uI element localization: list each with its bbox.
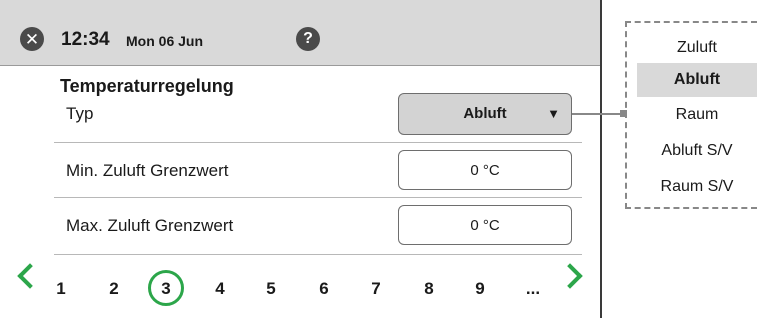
dropdown-option-zuluft[interactable]: Zuluft (637, 31, 757, 65)
clock-time: 12:34 (61, 29, 110, 50)
dropdown-option-abluft[interactable]: Abluft (637, 63, 757, 97)
page-7[interactable]: 7 (361, 280, 391, 297)
page-8[interactable]: 8 (414, 280, 444, 297)
page-6[interactable]: 6 (309, 280, 339, 297)
dropdown-arrow-icon: ▼ (547, 106, 560, 121)
chevron-left-icon[interactable] (17, 263, 43, 289)
chevron-right-icon[interactable] (557, 263, 583, 289)
device-screen: ✕ 12:34 Mon 06 Jun ? Temperaturregelung … (0, 0, 602, 318)
dropdown-option-raum[interactable]: Raum (637, 98, 757, 132)
min-zuluft-field[interactable]: 0 °C (398, 150, 572, 190)
dropdown-option-abluft-sv[interactable]: Abluft S/V (637, 134, 757, 168)
typ-dropdown-menu: Zuluft Abluft Raum Abluft S/V Raum S/V (625, 21, 757, 209)
section-title: Temperaturregelung (60, 76, 234, 96)
page-1[interactable]: 1 (46, 280, 76, 297)
typ-select-value: Abluft (463, 105, 507, 122)
row-divider (54, 254, 582, 255)
dropdown-option-raum-sv[interactable]: Raum S/V (637, 170, 757, 204)
clock-date: Mon 06 Jun (126, 33, 204, 49)
close-icon[interactable]: ✕ (20, 27, 44, 51)
page-3[interactable]: 3 (151, 280, 181, 297)
min-zuluft-label: Min. Zuluft Grenzwert (66, 161, 229, 180)
max-zuluft-field[interactable]: 0 °C (398, 205, 572, 245)
page-5[interactable]: 5 (256, 280, 286, 297)
typ-label: Typ (66, 104, 94, 123)
page-more[interactable]: ... (518, 280, 548, 297)
typ-select[interactable]: Abluft ▼ (398, 93, 572, 135)
page-9[interactable]: 9 (465, 280, 495, 297)
help-icon[interactable]: ? (296, 27, 320, 51)
row-divider (54, 197, 582, 198)
header-bar: ✕ 12:34 Mon 06 Jun ? (0, 0, 600, 66)
max-zuluft-label: Max. Zuluft Grenzwert (66, 216, 234, 235)
row-divider (54, 142, 582, 143)
page-2[interactable]: 2 (99, 280, 129, 297)
page-4[interactable]: 4 (205, 280, 235, 297)
dropdown-connector (572, 113, 624, 115)
